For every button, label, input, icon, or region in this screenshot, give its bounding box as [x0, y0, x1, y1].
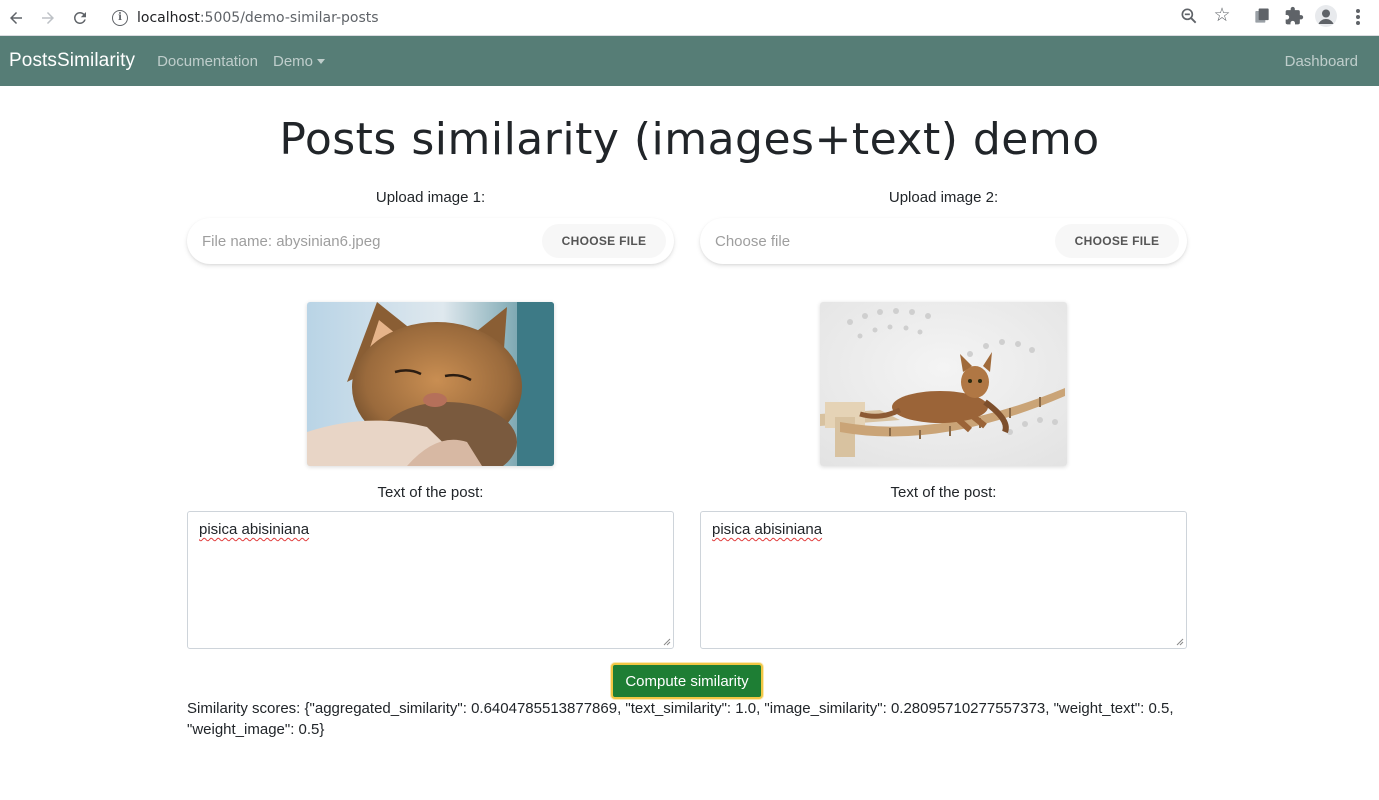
back-arrow-icon[interactable]: [2, 4, 30, 32]
file-input-2[interactable]: Choose file CHOOSE FILE: [700, 218, 1187, 264]
compute-similarity-button[interactable]: Compute similarity: [611, 663, 763, 699]
app-navbar: PostsSimilarity Documentation Demo Dashb…: [0, 36, 1379, 86]
resize-grip-icon[interactable]: [1175, 637, 1184, 646]
browser-toolbar: i localhost:5005/demo-similar-posts ☆: [0, 0, 1379, 36]
zoom-out-icon[interactable]: [1179, 6, 1199, 26]
nav-dashboard[interactable]: Dashboard: [1285, 53, 1358, 70]
post-image-2: [820, 302, 1067, 466]
upload-label-2: Upload image 2:: [888, 189, 999, 206]
text-label-2: Text of the post:: [890, 484, 997, 501]
page-title: Posts similarity (images+text) demo: [279, 114, 1100, 165]
site-info-icon[interactable]: i: [112, 9, 128, 26]
brand-link[interactable]: PostsSimilarity: [9, 50, 135, 72]
post-text-2: pisica abisiniana: [712, 521, 823, 538]
browser-menu-icon[interactable]: [1350, 7, 1366, 27]
extensions-puzzle-icon[interactable]: [1284, 6, 1304, 26]
address-bar[interactable]: i localhost:5005/demo-similar-posts: [104, 3, 1243, 32]
nav-demo-label: Demo: [272, 52, 313, 70]
post-image-1: [307, 302, 554, 466]
forward-arrow-icon[interactable]: [34, 4, 62, 32]
reload-icon[interactable]: [66, 4, 94, 32]
similarity-scores-text: Similarity scores: {"aggregated_similari…: [187, 700, 1174, 738]
post-text-area-1[interactable]: pisica abisiniana: [187, 511, 674, 649]
resize-grip-icon[interactable]: [662, 637, 671, 646]
text-label-1: Text of the post:: [377, 484, 484, 501]
choose-file-button-1[interactable]: CHOOSE FILE: [542, 224, 666, 258]
extension-icon[interactable]: [1252, 6, 1272, 26]
profile-avatar-icon[interactable]: [1315, 5, 1337, 27]
post-text-area-2[interactable]: pisica abisiniana: [700, 511, 1187, 649]
post-text-1: pisica abisiniana: [199, 521, 310, 538]
choose-file-button-2[interactable]: CHOOSE FILE: [1055, 224, 1179, 258]
file-name-1: File name: abysinian6.jpeg: [202, 232, 381, 250]
nav-documentation[interactable]: Documentation: [157, 53, 258, 70]
upload-label-1: Upload image 1:: [375, 189, 486, 206]
nav-demo-dropdown[interactable]: Demo: [273, 53, 325, 70]
file-name-2: Choose file: [715, 232, 791, 250]
bookmark-star-icon[interactable]: ☆: [1211, 5, 1233, 27]
file-input-1[interactable]: File name: abysinian6.jpeg CHOOSE FILE: [187, 218, 674, 264]
url-text: localhost:5005/demo-similar-posts: [137, 9, 379, 26]
caret-down-icon: [317, 59, 325, 64]
